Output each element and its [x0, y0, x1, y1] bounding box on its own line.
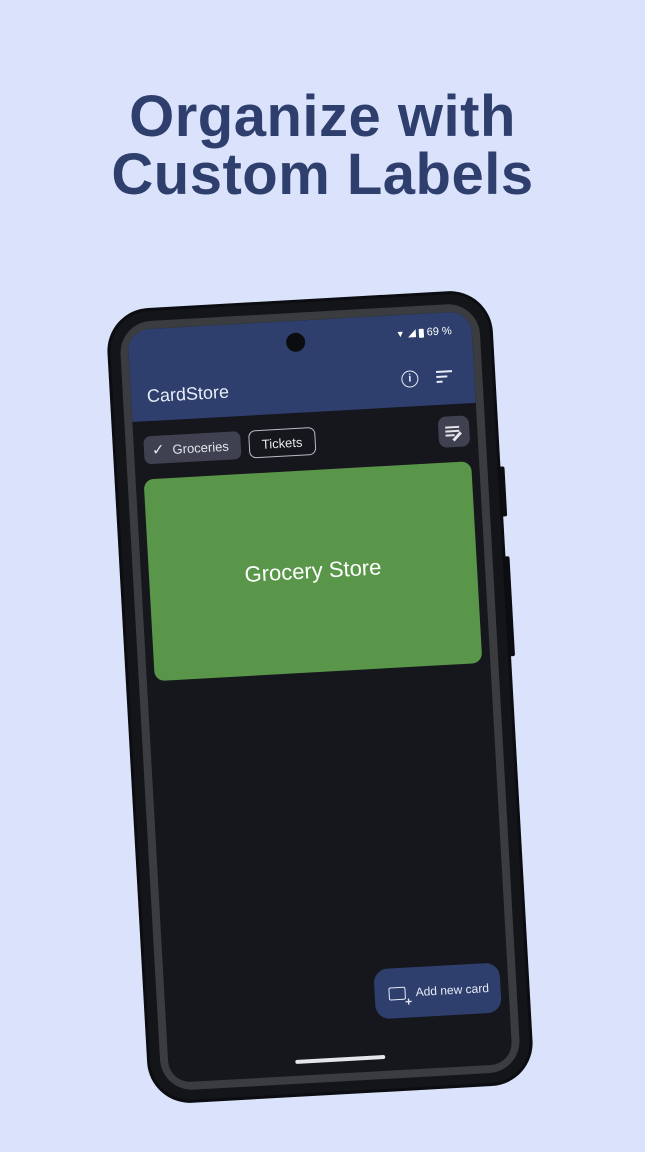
headline-line-1: Organize with	[129, 84, 516, 149]
fab-label: Add new card	[415, 981, 490, 1000]
info-icon[interactable]: i	[400, 370, 419, 388]
chip-groceries[interactable]: ✓ Groceries	[143, 431, 242, 465]
status-bar: ▼ 69 %	[396, 325, 453, 340]
volume-button	[498, 466, 508, 517]
app-bar: ▼ 69 % CardStore i	[127, 310, 476, 423]
add-card-icon	[388, 986, 407, 1001]
edit-labels-icon[interactable]	[437, 415, 471, 448]
chip-label: Groceries	[172, 438, 230, 457]
headline-line-2: Custom Labels	[111, 142, 534, 207]
phone-screen: ▼ 69 % CardStore i ✓ Groceries Tickets G…	[127, 310, 513, 1084]
phone-body: ▼ 69 % CardStore i ✓ Groceries Tickets G…	[108, 292, 532, 1102]
chip-tickets[interactable]: Tickets	[247, 426, 317, 459]
phone-mockup: ▼ 69 % CardStore i ✓ Groceries Tickets G…	[108, 292, 532, 1102]
headline: Organize with Custom Labels	[0, 88, 645, 204]
check-icon: ✓	[151, 441, 166, 459]
battery-percent: 69 %	[426, 325, 453, 339]
gesture-nav-handle[interactable]	[295, 1054, 386, 1064]
label-chips: ✓ Groceries Tickets	[143, 426, 317, 465]
card-grocery-store[interactable]: Grocery Store	[143, 461, 483, 682]
signal-icon	[407, 329, 416, 338]
app-title: CardStore	[146, 381, 230, 407]
wifi-icon: ▼	[395, 328, 406, 340]
power-button	[503, 556, 516, 657]
add-new-card-button[interactable]: Add new card	[373, 962, 502, 1020]
chip-label: Tickets	[261, 434, 303, 452]
card-name: Grocery Store	[243, 554, 382, 587]
camera-cutout	[285, 332, 306, 353]
sort-icon[interactable]	[435, 370, 453, 385]
battery-icon	[418, 328, 424, 338]
